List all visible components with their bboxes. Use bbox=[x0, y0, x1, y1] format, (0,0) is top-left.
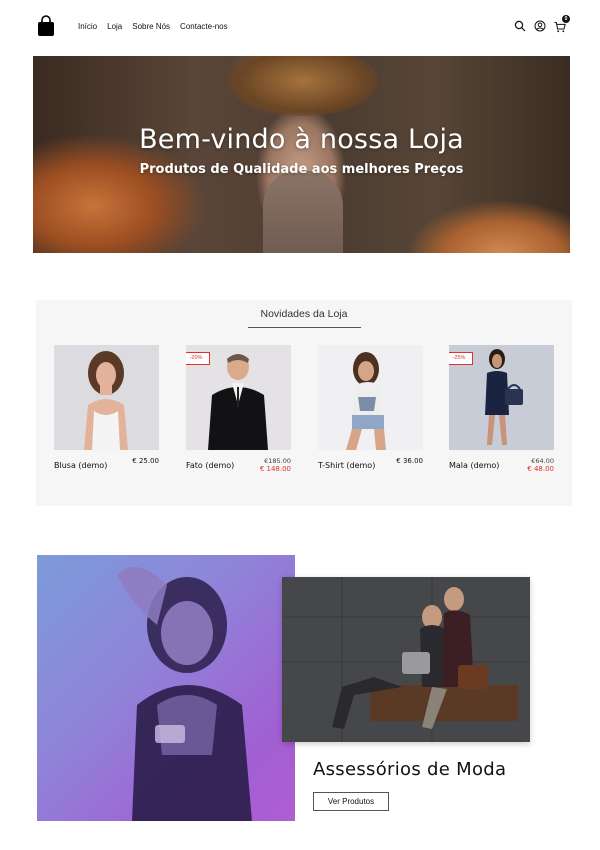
price-sale: € 48.00 bbox=[527, 465, 554, 473]
header-icons: 0 bbox=[514, 15, 570, 33]
product-image[interactable] bbox=[318, 345, 423, 450]
nav-item-contacte-nos[interactable]: Contacte-nos bbox=[180, 22, 228, 31]
hero-banner: Bem-vindo à nossa Loja Produtos de Quali… bbox=[33, 56, 570, 253]
price-old: €185.00 bbox=[264, 457, 291, 465]
product-card[interactable]: -25% Mala (demo) €64.00 € 48.00 bbox=[449, 345, 554, 473]
promo-title: Assessórios de Moda bbox=[313, 759, 507, 780]
main-nav: Início Loja Sobre Nós Contacte-nos bbox=[78, 22, 238, 31]
product-image[interactable] bbox=[54, 345, 159, 450]
fashion-model-image bbox=[37, 555, 295, 821]
nav-item-sobre-nos[interactable]: Sobre Nós bbox=[132, 22, 170, 31]
site-header: Início Loja Sobre Nós Contacte-nos 0 bbox=[0, 0, 600, 56]
search-icon[interactable] bbox=[514, 20, 526, 32]
new-products-section: Novidades da Loja Blusa (demo) € 25.00 -… bbox=[36, 300, 572, 506]
model-tshirt-image bbox=[318, 345, 423, 450]
price-old: €64.00 bbox=[531, 457, 554, 465]
product-price: € 25.00 bbox=[132, 457, 159, 465]
cart-button[interactable]: 0 bbox=[554, 15, 570, 33]
price-current: € 25.00 bbox=[132, 457, 159, 465]
discount-badge: -20% bbox=[186, 352, 210, 365]
hero-title: Bem-vindo à nossa Loja bbox=[139, 124, 464, 155]
product-name[interactable]: Mala (demo) bbox=[449, 461, 499, 470]
user-account-icon[interactable] bbox=[534, 20, 546, 32]
hero-model-hair bbox=[228, 56, 378, 116]
price-sale: € 148.00 bbox=[259, 465, 291, 473]
shopping-bag-logo-icon[interactable] bbox=[37, 15, 55, 37]
product-name[interactable]: Blusa (demo) bbox=[54, 461, 107, 470]
model-blouse-image bbox=[54, 345, 159, 450]
nav-item-inicio[interactable]: Início bbox=[78, 22, 97, 31]
product-image[interactable]: -20% bbox=[186, 345, 291, 450]
section-title-underline bbox=[248, 327, 361, 328]
product-price: €64.00 € 48.00 bbox=[527, 457, 554, 473]
product-card[interactable]: T-Shirt (demo) € 36.00 bbox=[318, 345, 423, 470]
product-name[interactable]: T-Shirt (demo) bbox=[318, 461, 375, 470]
hero-subtitle: Produtos de Qualidade aos melhores Preço… bbox=[139, 162, 464, 177]
product-price: €185.00 € 148.00 bbox=[260, 457, 291, 473]
product-image[interactable]: -25% bbox=[449, 345, 554, 450]
view-products-button[interactable]: Ver Produtos bbox=[313, 792, 389, 811]
product-card[interactable]: -20% Fato (demo) €185.00 € 148.00 bbox=[186, 345, 291, 473]
product-card[interactable]: Blusa (demo) € 25.00 bbox=[54, 345, 159, 470]
price-current: € 36.00 bbox=[396, 457, 423, 465]
nav-item-loja[interactable]: Loja bbox=[107, 22, 122, 31]
couple-accessories-illustration bbox=[282, 577, 530, 742]
accessories-photo bbox=[282, 577, 530, 742]
hero-model-dress bbox=[263, 171, 343, 253]
product-name[interactable]: Fato (demo) bbox=[186, 461, 234, 470]
section-title: Novidades da Loja bbox=[260, 308, 348, 320]
cart-count-badge: 0 bbox=[562, 15, 570, 23]
discount-badge: -25% bbox=[449, 352, 473, 365]
product-price: € 36.00 bbox=[396, 457, 423, 465]
model-portrait-illustration bbox=[117, 567, 252, 821]
